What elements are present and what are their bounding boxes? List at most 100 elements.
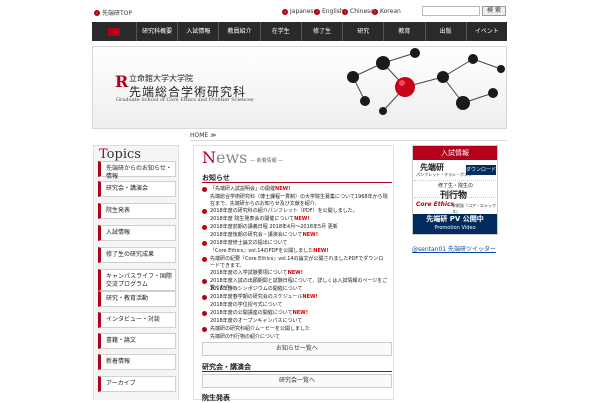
news-item[interactable]: 2018年度修士論文の提出について (202, 240, 388, 247)
core-ethics-banner[interactable]: Core Ethics 学術誌『コア・エシックス』 (414, 199, 496, 214)
new-badge: NEW! (302, 232, 318, 238)
top-link[interactable]: › 先端研TOP (94, 8, 132, 17)
new-badge: NEW! (313, 248, 329, 254)
news-item[interactable]: 2018年度前期の講義日程 2018年4月〜2018年5月 更新 (202, 224, 388, 231)
arrow-icon: › (314, 8, 320, 15)
news-item[interactable]: 2018年度の入学試験要項についてNEW! (210, 270, 388, 277)
news-item[interactable]: 2018年度の研究科の紹介パンフレット（PDF）を公開しました。 (202, 208, 388, 215)
home-icon (108, 27, 120, 36)
news-item-text: 2018年度修士論文の提出について (210, 240, 288, 246)
topics-item[interactable]: 先端研からのお知らせ・情報 (98, 161, 176, 180)
hero-banner: R 立命館大学大学院 先端総合学術研究科 Graduate School of … (92, 46, 507, 129)
topics-item[interactable]: 研究会・講演会 (98, 181, 176, 197)
news-title: News (202, 148, 248, 167)
nav-item[interactable]: 入試情報 (177, 22, 218, 41)
news-item-text: 2018年度のオープンキャンパスについて (210, 318, 303, 324)
school-name-en: Graduate School of Core Ethics and Front… (116, 97, 254, 103)
new-badge: NEW! (292, 310, 308, 316)
arrow-icon: › (372, 8, 378, 15)
news-item-text: 2018年度の研究科の紹介パンフレット（PDF）を公開しました。 (210, 208, 358, 214)
nav-item[interactable]: 研究 (342, 22, 383, 41)
news-item-text: 2018年度の公開講座の開催について (210, 310, 293, 316)
twitter-link[interactable]: @sentan01 先端研ツイッター (412, 244, 496, 253)
bullet-icon (202, 225, 207, 230)
university-logo-mark: R (115, 72, 129, 91)
news-item-text: 2018年度の学位授与式について (210, 302, 283, 308)
bullet-icon (202, 187, 207, 192)
news-item[interactable]: 2018年度後期の研究会・講演会についてNEW! (210, 232, 388, 239)
new-badge: NEW! (302, 294, 318, 300)
news-item-text: 2018年度の入学試験要項について (210, 270, 288, 276)
search-input[interactable] (422, 6, 480, 16)
arrow-icon: › (94, 9, 100, 16)
news-item-text: 2018年度前期の講義日程 2018年4月〜2018年5月 更新 (210, 224, 338, 230)
news-more-button[interactable]: お知らせ一覧へ (202, 342, 392, 356)
bullet-icon (202, 295, 207, 300)
news-item-text: 2018年度春学期の研究会のスケジュール (210, 294, 303, 300)
news-item-text: 2018年度 院生発表会の開催について (210, 216, 295, 222)
nav-item[interactable]: 教員紹介 (218, 22, 259, 41)
news-item[interactable]: 先端総合学術研究科（博士課程一貫制）の大学院生募集について1968年から現在まで… (210, 194, 388, 208)
topics-item[interactable]: 院生発表 (98, 203, 176, 219)
topics-item[interactable]: 修了生の研究成果 (98, 247, 176, 263)
news-item[interactable]: 2018年度のシンポジウムの開催について (210, 286, 388, 293)
lang-japanese[interactable]: › Japanese (282, 8, 317, 15)
new-badge: NEW! (287, 270, 303, 276)
bullet-icon (202, 257, 207, 262)
pamphlet-banner[interactable]: 先端研 パンフレット・チラシ・ポスター ダウンロード (414, 161, 496, 181)
news-item-text: 2018年度のシンポジウムの開催について (210, 286, 303, 292)
lang-korean[interactable]: › Korean (372, 8, 401, 15)
nav-item[interactable]: 出版 (424, 22, 466, 41)
topics-item[interactable]: 入試情報 (98, 225, 176, 241)
news-subtitle: — 新着情報 — (250, 158, 284, 164)
topics-item[interactable]: 新着情報 (98, 354, 176, 370)
download-button[interactable]: ダウンロード (466, 165, 496, 175)
new-badge: NEW! (294, 216, 310, 222)
news-item-text: 「先端研入試説明会」の開催 (210, 186, 276, 192)
news-item[interactable]: 2018年度の公開講座の開催についてNEW! (202, 310, 388, 317)
news-item[interactable]: 『Core Ethics』vol.14のPDFを公開しましたNEW! (210, 248, 388, 255)
news-item[interactable]: 先端研の研究科紹介ムービーを公開しました (202, 326, 388, 333)
bullet-icon (202, 311, 207, 316)
news-item[interactable]: 2018年度の学位授与式について (210, 302, 388, 309)
news-item[interactable]: 先端研の紀要『Core Ethics』vol.14の論文が公開されましたPDFで… (202, 256, 388, 270)
news-item[interactable]: 2018年度 院生発表会の開催についてNEW! (210, 216, 388, 223)
bullet-icon (202, 209, 207, 214)
divider (202, 182, 392, 183)
topics-item[interactable]: 研究・教育活動 (98, 291, 176, 307)
news-item[interactable]: 2018年度のオープンキャンパスについて (210, 318, 388, 325)
divider (202, 371, 392, 372)
news-item-text: 先端研の研究科紹介ムービーを公開しました (210, 326, 311, 332)
nav-item[interactable]: 在学生 (259, 22, 301, 41)
topics-item[interactable]: アーカイブ (98, 376, 176, 392)
lang-english[interactable]: › English (314, 8, 344, 15)
news-item[interactable]: 「先端研入試説明会」の開催NEW! (202, 186, 388, 193)
new-badge: NEW! (275, 186, 291, 192)
news-item[interactable]: 先端研の刊行物の紹介について (210, 334, 388, 341)
publications-banner[interactable]: 修了生・院生の 刊行物 (414, 182, 496, 201)
bullet-icon (202, 327, 207, 332)
section-heading: 院生発表 (202, 394, 230, 402)
news-item-text: 先端総合学術研究科（博士課程一貫制）の大学院生募集について1968年から現在まで… (210, 194, 388, 207)
news-item-text: 先端研の刊行物の紹介について (210, 334, 280, 340)
nav-item[interactable]: 研究科概要 (136, 22, 177, 41)
admissions-banner[interactable]: 入試情報 (413, 146, 497, 160)
news-item[interactable]: 2018年度春学期の研究会のスケジュールNEW! (202, 294, 388, 301)
breadcrumb[interactable]: HOME ≫ (190, 132, 216, 139)
events-more-button[interactable]: 研究会一覧へ (202, 374, 392, 388)
main-nav: 研究科概要 入試情報 教員紹介 在学生 修了生 研究 教育 出版 イベント (92, 22, 507, 41)
news-item-text: 2018年度後期の研究会・講演会について (210, 232, 303, 238)
nav-item[interactable]: 修了生 (300, 22, 342, 41)
nav-item[interactable]: イベント (465, 22, 507, 41)
nav-item[interactable]: 教育 (383, 22, 424, 41)
topics-item[interactable]: キャンパスライフ・国際交流プログラム (98, 269, 176, 291)
search-button[interactable]: 検 索 (482, 6, 506, 16)
news-item-text: 先端研の紀要『Core Ethics』vol.14の論文が公開されましたPDFで… (210, 256, 384, 269)
topics-item[interactable]: 書籍・論文 (98, 333, 176, 349)
bullet-icon (202, 241, 207, 246)
topics-item[interactable]: インタビュー・対談 (98, 312, 176, 328)
promotion-video-banner[interactable]: 先端研 PV 公開中 Promotion Video (413, 214, 497, 234)
nav-home[interactable] (92, 22, 136, 41)
topics-title: Topics (99, 147, 141, 162)
lang-chinese[interactable]: › Chinese (342, 8, 374, 15)
